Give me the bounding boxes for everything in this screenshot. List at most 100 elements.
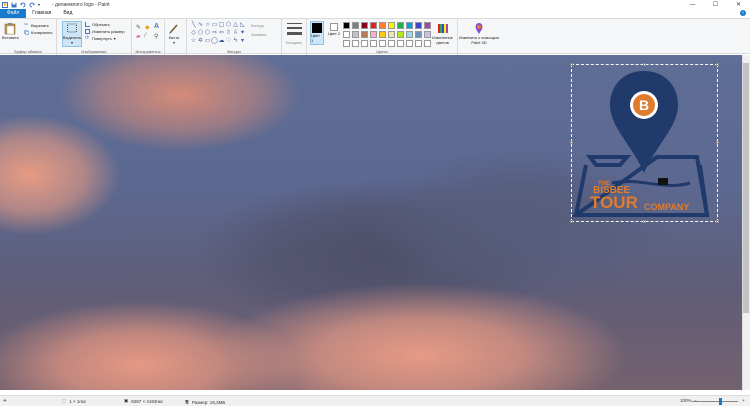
shape-up-arrow-icon[interactable]: ⇧ — [225, 29, 232, 37]
color-swatch[interactable] — [352, 31, 359, 38]
maximize-button[interactable]: ☐ — [704, 0, 727, 9]
minimize-button[interactable]: — — [681, 0, 704, 9]
crop-button[interactable]: Обрезать — [85, 22, 110, 27]
color-swatch[interactable] — [415, 31, 422, 38]
tab-view[interactable]: Вид — [57, 9, 78, 18]
shape-oval-icon[interactable]: ○ — [204, 21, 211, 29]
shape-hexagon-icon[interactable]: ⬡ — [204, 29, 211, 37]
undo-icon[interactable] — [20, 2, 26, 8]
close-button[interactable]: ✕ — [727, 0, 750, 9]
color-swatch[interactable] — [388, 22, 395, 29]
pencil-icon[interactable]: ✎ — [136, 24, 141, 31]
color-swatch[interactable] — [361, 40, 368, 47]
color2-button[interactable]: Цвет 2 — [327, 21, 341, 45]
fill-button[interactable]: Заливка — [251, 32, 266, 37]
shape-pentagon-icon[interactable]: ⬠ — [197, 29, 204, 37]
rotate-icon: ⟳ — [85, 35, 90, 41]
color-swatch[interactable] — [424, 31, 431, 38]
resize-button[interactable]: Изменить размер — [85, 29, 125, 34]
color-swatch[interactable] — [397, 31, 404, 38]
shape-callout-oval-icon[interactable]: ◯ — [211, 37, 218, 45]
logo-selection[interactable]: B THE BISBEE TOUR COMPANY — [570, 63, 719, 223]
shape-diamond-icon[interactable]: ◇ — [190, 29, 197, 37]
redo-icon[interactable] — [29, 2, 35, 8]
cut-button[interactable]: ✂ Вырезать — [24, 23, 49, 29]
color-swatch[interactable] — [370, 22, 377, 29]
color-swatch[interactable] — [343, 22, 350, 29]
shape-star-five-icon[interactable]: ☆ — [190, 37, 197, 45]
color-swatch[interactable] — [361, 31, 368, 38]
ribbon-tabs: Файл Главная Вид ? — [0, 9, 750, 18]
color-swatch[interactable] — [406, 40, 413, 47]
color-swatch[interactable] — [379, 40, 386, 47]
rotate-label: Повернуть — [92, 36, 112, 41]
zoom-slider[interactable] — [692, 401, 738, 402]
color-swatch[interactable] — [343, 40, 350, 47]
zoom-in-icon[interactable]: + — [742, 398, 745, 403]
save-icon[interactable] — [11, 2, 17, 8]
color-swatch[interactable] — [370, 31, 377, 38]
shape-down-arrow-icon[interactable]: ⇩ — [232, 29, 239, 37]
color-picker-icon[interactable]: ⁄ — [145, 33, 146, 39]
customize-chevron-icon[interactable]: ▾ — [38, 2, 44, 8]
help-icon[interactable]: ? — [740, 10, 746, 16]
color1-button[interactable]: Цвет 1 — [310, 21, 324, 45]
shape-heart-icon[interactable]: ♡ — [225, 37, 232, 45]
vertical-scroll-thumb[interactable] — [743, 63, 749, 313]
color-swatch[interactable] — [397, 22, 404, 29]
shape-triangle-icon[interactable]: △ — [232, 21, 239, 29]
shape-callout-rect-icon[interactable]: ▭ — [204, 37, 211, 45]
image-size-icon: ▣ — [124, 398, 129, 403]
shape-rectangle-icon[interactable]: ▭ — [211, 21, 218, 29]
tab-home[interactable]: Главная — [26, 9, 57, 18]
canvas-area[interactable]: B THE BISBEE TOUR COMPANY — [0, 55, 750, 390]
text-icon[interactable]: A — [154, 23, 159, 30]
shape-star-four-icon[interactable]: ✦ — [239, 29, 246, 37]
eraser-icon[interactable]: ▰ — [136, 33, 141, 40]
shape-right-triangle-icon[interactable]: ◺ — [239, 21, 246, 29]
shape-right-arrow-icon[interactable]: ⇨ — [211, 29, 218, 37]
color-swatch[interactable] — [415, 40, 422, 47]
color-swatch[interactable] — [343, 31, 350, 38]
outline-button[interactable]: Контур — [251, 23, 264, 28]
shape-callout-cloud-icon[interactable]: ☁ — [218, 37, 225, 45]
magnifier-icon[interactable]: ⚲ — [154, 33, 158, 40]
copy-button[interactable]: Копировать — [24, 30, 53, 35]
fill-bucket-icon[interactable]: ◆ — [145, 24, 150, 31]
color-swatch[interactable] — [352, 40, 359, 47]
size-label[interactable]: Толщина — [285, 40, 302, 45]
shape-curve-icon[interactable]: ∿ — [197, 21, 204, 29]
color1-swatch — [312, 23, 322, 33]
color-swatch[interactable] — [370, 40, 377, 47]
paste-button[interactable]: Вставить — [2, 22, 19, 40]
shape-left-arrow-icon[interactable]: ⇦ — [218, 29, 225, 37]
color2-swatch — [330, 23, 338, 31]
paint3d-button[interactable]: Изменить с помощью Paint 3D — [458, 22, 500, 45]
color-swatch[interactable] — [379, 31, 386, 38]
tab-file[interactable]: Файл — [0, 9, 27, 18]
edit-colors-button[interactable]: Изменение цветов — [430, 22, 455, 45]
brushes-button[interactable]: Кисти ▾ — [168, 22, 180, 45]
shape-rounded-rectangle-icon[interactable]: ▢ — [218, 21, 225, 29]
color-swatch[interactable] — [406, 31, 413, 38]
color-swatch[interactable] — [424, 22, 431, 29]
zoom-slider-thumb[interactable] — [719, 398, 722, 405]
color-swatch[interactable] — [379, 22, 386, 29]
color-swatch[interactable] — [406, 22, 413, 29]
shape-star-six-icon[interactable]: ✡ — [197, 37, 204, 45]
rotate-button[interactable]: ⟳ Повернуть ▾ — [85, 35, 116, 42]
color-swatch[interactable] — [415, 22, 422, 29]
color-swatch[interactable] — [361, 22, 368, 29]
shape-lightning-icon[interactable]: ϟ — [232, 37, 239, 45]
color-swatch[interactable] — [397, 40, 404, 47]
color-swatch[interactable] — [388, 40, 395, 47]
color-swatch[interactable] — [424, 40, 431, 47]
shape-polygon-icon[interactable]: ⬠ — [225, 21, 232, 29]
color-swatch[interactable] — [388, 31, 395, 38]
copy-icon — [24, 30, 29, 35]
vertical-scrollbar[interactable] — [742, 55, 750, 390]
color-swatch[interactable] — [352, 22, 359, 29]
shape-line-icon[interactable]: ╲ — [190, 21, 197, 29]
shapes-more-icon[interactable]: ▾ — [239, 37, 246, 45]
select-button[interactable]: Выделить ▾ — [62, 21, 82, 47]
